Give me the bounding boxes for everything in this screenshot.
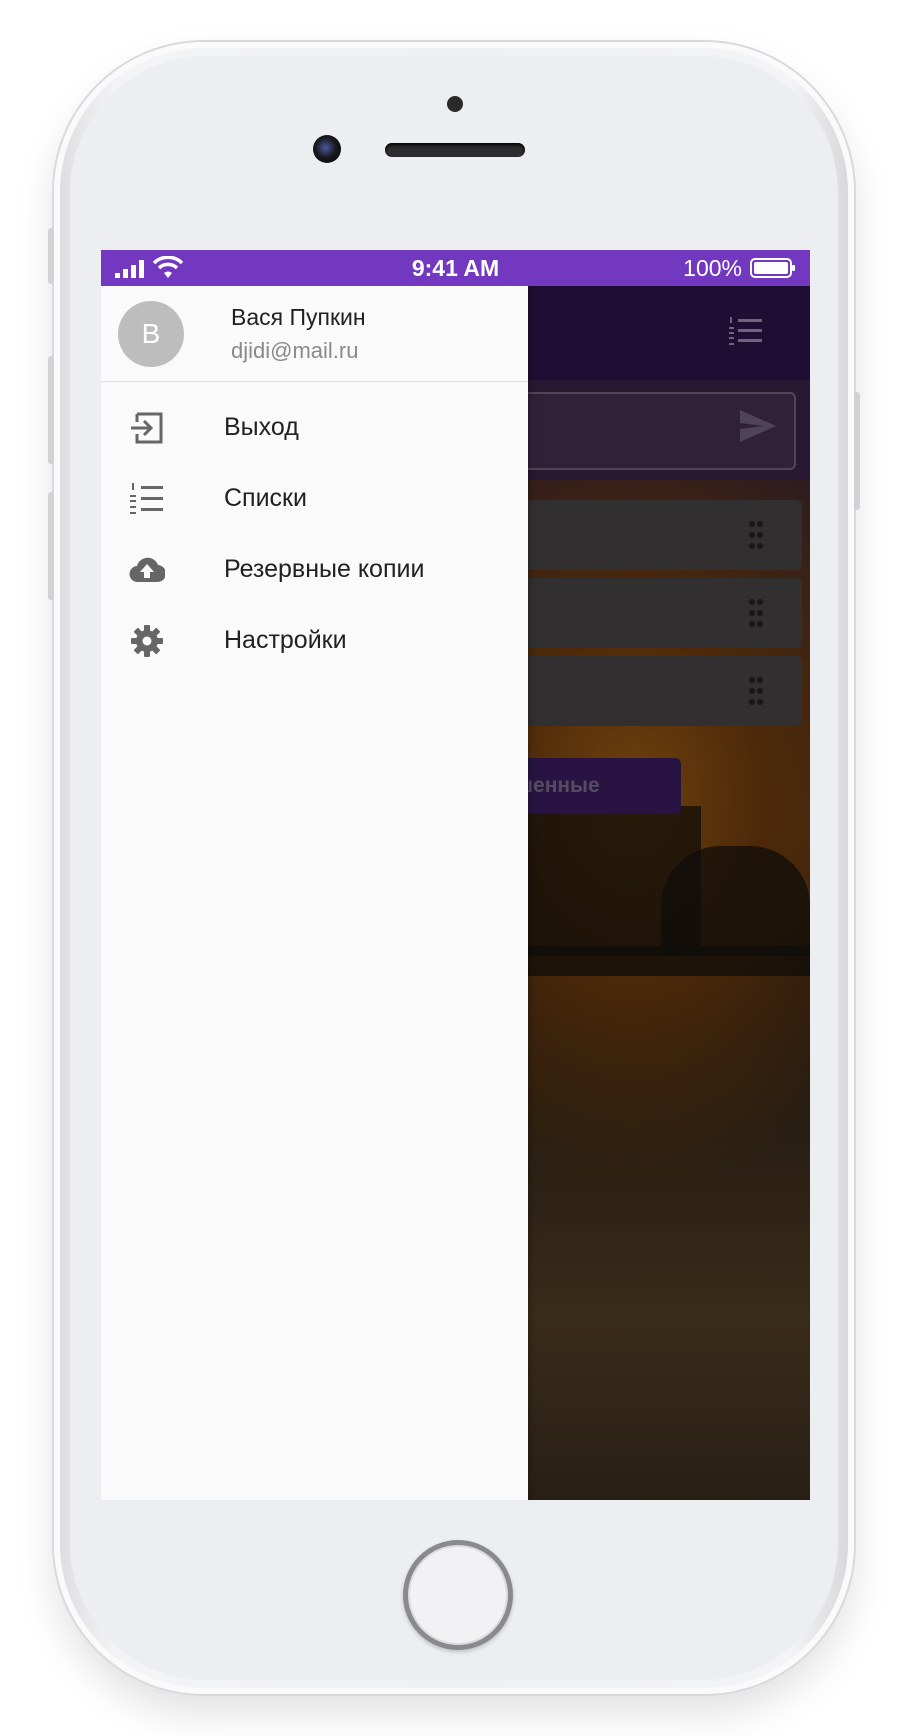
proximity-sensor [447, 96, 463, 112]
volume-silent-switch [48, 228, 54, 284]
front-camera [313, 135, 341, 163]
gear-icon [131, 625, 163, 657]
menu-label-backups: Резервные копии [224, 555, 425, 583]
user-name: Вася Пупкин [231, 304, 366, 330]
navigation-drawer: В Вася Пупкин djidi@mail.ru Выход Списки… [101, 286, 528, 1500]
cloud-upload-icon [129, 557, 165, 583]
battery-icon [750, 258, 795, 278]
volume-up-button [48, 356, 54, 464]
menu-label-logout: Выход [224, 413, 299, 441]
status-bar: 9:41 AM 100% [101, 250, 810, 286]
list-numbered-icon [130, 483, 163, 514]
drawer-header: В Вася Пупкин djidi@mail.ru [101, 286, 528, 382]
volume-down-button [48, 492, 54, 600]
menu-label-settings: Настройки [224, 626, 347, 654]
menu-item-lists[interactable]: Списки [101, 463, 528, 535]
user-email: djidi@mail.ru [231, 338, 359, 363]
screen: 9:41 AM 100% ершенные В Вася Пупкин djid… [101, 250, 810, 1500]
menu-item-backups[interactable]: Резервные копии [101, 534, 528, 606]
menu-item-settings[interactable]: Настройки [101, 605, 528, 677]
avatar[interactable]: В [118, 301, 184, 367]
home-button[interactable] [403, 1540, 513, 1650]
menu-item-logout[interactable]: Выход [101, 392, 528, 464]
power-button [854, 392, 860, 510]
earpiece-speaker [385, 143, 525, 157]
exit-icon [131, 412, 163, 444]
battery-percent: 100% [683, 255, 742, 281]
menu-label-lists: Списки [224, 484, 307, 512]
